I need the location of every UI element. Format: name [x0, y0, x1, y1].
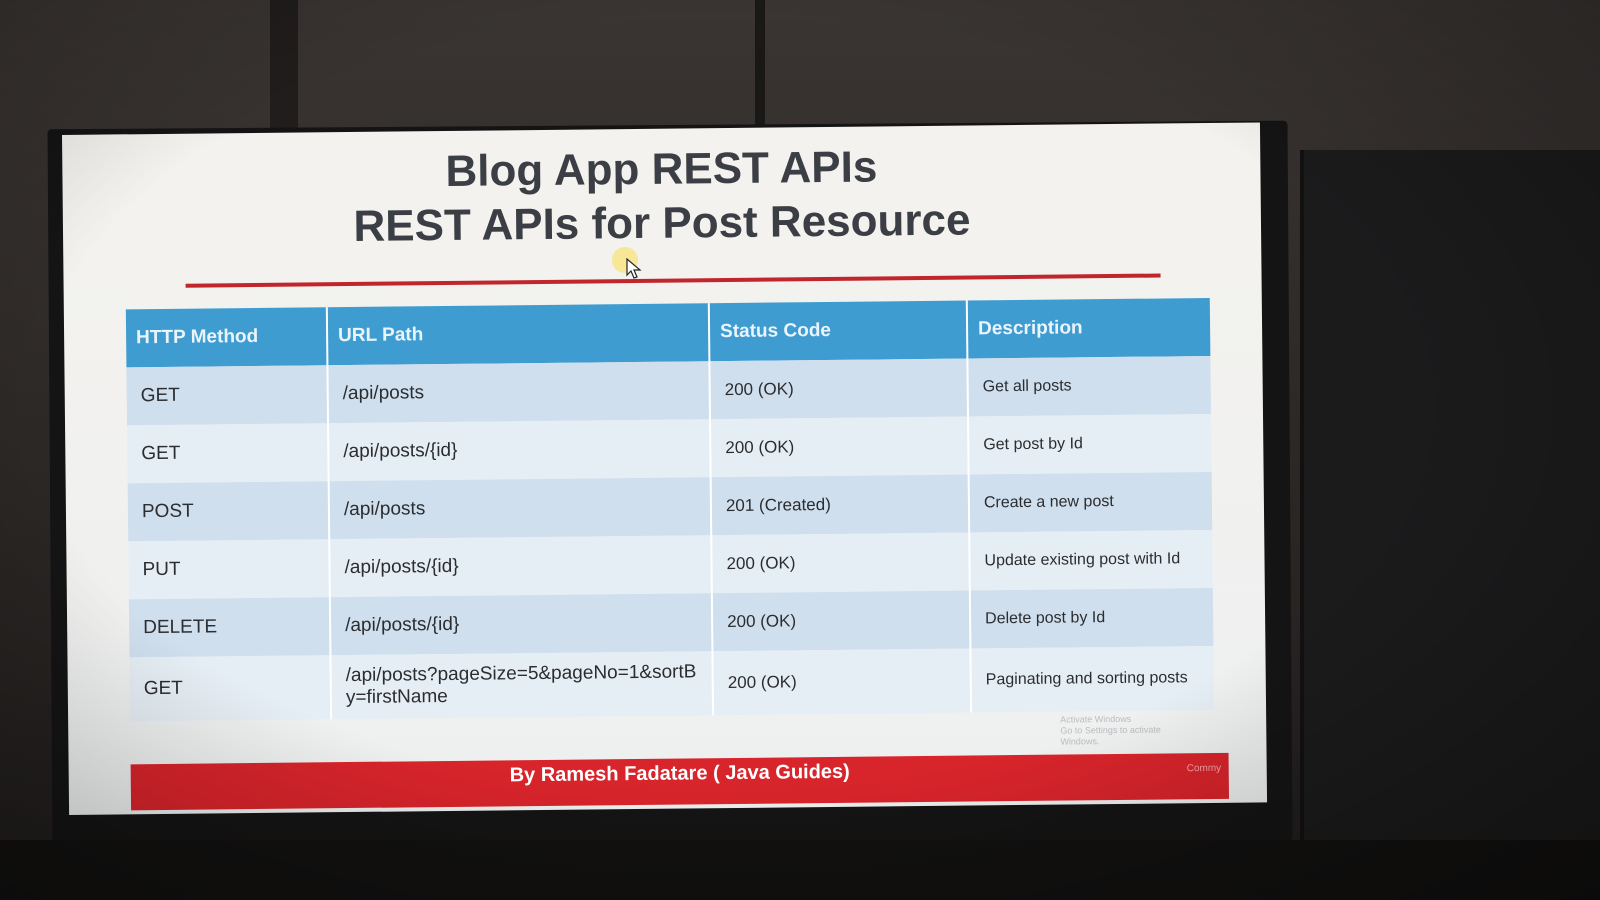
cell-description: Get post by Id	[967, 413, 1212, 475]
cell-description: Paginating and sorting posts	[970, 645, 1215, 713]
cell-description: Get all posts	[967, 355, 1211, 417]
cell-method: DELETE	[128, 597, 331, 658]
cell-status: 200 (OK)	[711, 590, 971, 652]
mouse-pointer-icon	[626, 258, 642, 279]
cell-description: Update existing post with Id	[969, 529, 1213, 591]
cell-status: 200 (OK)	[709, 358, 968, 420]
header-description: Description	[966, 297, 1211, 359]
header-http-method: HTTP Method	[125, 307, 328, 368]
cell-description: Delete post by Id	[969, 587, 1214, 649]
watermark-line-2: Go to Settings to activate Windows.	[1060, 724, 1161, 747]
table-row: GET /api/posts?pageSize=5&pageNo=1&sortB…	[129, 645, 1215, 722]
cell-method: POST	[127, 481, 330, 542]
header-status-code: Status Code	[708, 300, 968, 362]
brand-tag: Commy	[1186, 762, 1222, 775]
cell-path: /api/posts	[327, 361, 711, 424]
cell-path: /api/posts/{id}	[328, 419, 711, 482]
cell-method: GET	[129, 655, 332, 722]
wall-panel-divider	[755, 0, 765, 140]
cell-method: PUT	[128, 539, 330, 600]
slide-title: Blog App REST APIs REST APIs for Post Re…	[62, 136, 1261, 257]
cell-description: Create a new post	[968, 471, 1213, 533]
cell-method: GET	[127, 423, 329, 484]
cell-status: 200 (OK)	[711, 532, 970, 594]
title-divider	[185, 273, 1161, 288]
cell-status: 201 (Created)	[710, 474, 970, 536]
api-table: HTTP Method URL Path Status Code Descrip…	[125, 297, 1215, 722]
cell-method: GET	[126, 365, 329, 426]
desk-edge	[0, 840, 1600, 900]
cell-path: /api/posts/{id}	[329, 535, 712, 598]
cell-status: 200 (OK)	[710, 416, 969, 478]
header-url-path: URL Path	[326, 303, 710, 366]
secondary-monitor	[1300, 150, 1600, 850]
cell-path: /api/posts	[328, 477, 712, 540]
slide-title-line-2: REST APIs for Post Resource	[353, 195, 971, 251]
cell-path: /api/posts?pageSize=5&pageNo=1&sortBy=fi…	[330, 651, 714, 720]
monitor-screen: Blog App REST APIs REST APIs for Post Re…	[62, 122, 1268, 815]
activation-watermark: Activate Windows Go to Settings to activ…	[1060, 713, 1200, 747]
cell-path: /api/posts/{id}	[329, 593, 713, 656]
wall-panel-left	[270, 0, 298, 140]
cell-status: 200 (OK)	[712, 648, 972, 716]
